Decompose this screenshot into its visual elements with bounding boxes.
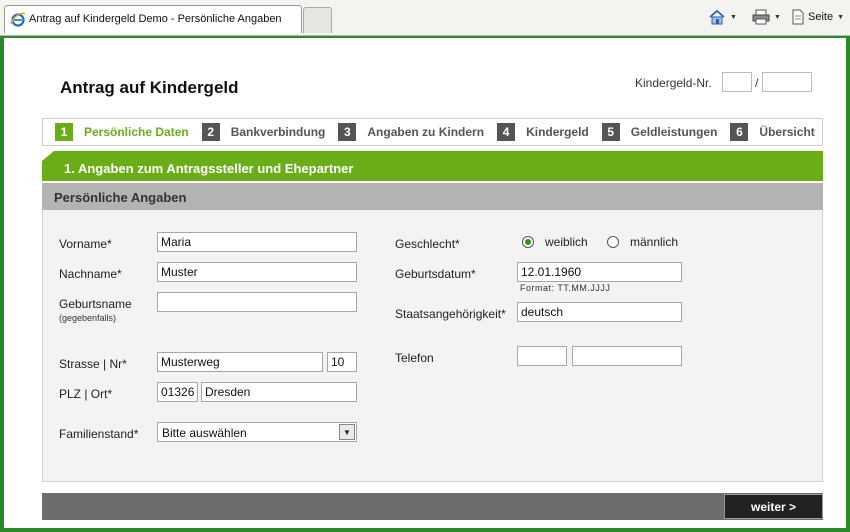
familienstand-selected-value: Bitte auswählen <box>162 426 247 440</box>
step-navigation: 1 Persönliche Daten 2 Bankverbindung 3 A… <box>42 118 823 146</box>
plz-ort-label: PLZ | Ort* <box>59 387 113 401</box>
telefon-nummer-input[interactable] <box>572 346 682 366</box>
geburtsname-input[interactable] <box>157 292 357 312</box>
geburtsdatum-label: Geburtsdatum* <box>395 267 476 281</box>
step-number: 6 <box>730 123 749 141</box>
staatsangehoerigkeit-label: Staatsangehörigkeit* <box>395 307 506 321</box>
step-label: Persönliche Daten <box>84 125 189 139</box>
home-button[interactable]: ▼ <box>708 8 737 26</box>
vorname-label: Vorname* <box>59 237 112 251</box>
geburtsdatum-input[interactable] <box>517 262 682 282</box>
step-label: Angaben zu Kindern <box>367 125 485 139</box>
vorname-input[interactable] <box>157 232 357 252</box>
nachname-input[interactable] <box>157 262 357 282</box>
step-persoenliche-daten[interactable]: 1 Persönliche Daten <box>55 123 189 141</box>
staatsangehoerigkeit-input[interactable] <box>517 302 682 322</box>
geburtsname-label: Geburtsname <box>59 297 132 311</box>
home-icon <box>709 9 725 25</box>
step-number: 5 <box>601 123 620 141</box>
printer-icon <box>752 9 770 25</box>
hausnummer-input[interactable] <box>327 352 357 372</box>
geburtsname-sublabel: (gegebenfalls) <box>59 313 117 323</box>
section-header: 1. Angaben zum Antragssteller und Ehepar… <box>42 151 823 181</box>
geburtsdatum-format-hint: Format: TT.MM.JJJJ <box>520 283 611 293</box>
step-angaben-zu-kindern[interactable]: 3 Angaben zu Kindern <box>338 123 484 141</box>
familienstand-label: Familienstand* <box>59 427 139 441</box>
kindergeld-nr-number-input[interactable] <box>762 72 812 92</box>
browser-tab[interactable]: Antrag auf Kindergeld Demo - Persönliche… <box>4 5 302 33</box>
section-title: 1. Angaben zum Antragssteller und Ehepar… <box>64 161 354 176</box>
internet-explorer-icon <box>10 12 26 27</box>
next-button[interactable]: weiter > <box>724 494 823 519</box>
step-number: 1 <box>55 123 73 141</box>
step-number: 3 <box>338 123 357 141</box>
strasse-input[interactable] <box>157 352 323 372</box>
page-content: Antrag auf Kindergeld Kindergeld-Nr. / 1… <box>4 38 846 528</box>
step-number: 4 <box>497 123 516 141</box>
kindergeld-nr-label: Kindergeld-Nr. <box>635 76 712 90</box>
familienstand-select[interactable]: Bitte auswählen ▼ <box>157 422 357 442</box>
page-menu-button[interactable]: Seite ▼ <box>791 8 844 26</box>
browser-toolbar: Antrag auf Kindergeld Demo - Persönliche… <box>0 0 850 36</box>
chevron-down-icon: ▼ <box>730 13 737 21</box>
ort-input[interactable] <box>201 382 357 402</box>
radio-maennlich-label: männlich <box>630 235 679 249</box>
geschlecht-label: Geschlecht* <box>395 237 460 251</box>
nachname-label: Nachname* <box>59 267 122 281</box>
chevron-down-icon: ▼ <box>837 13 845 21</box>
page-title: Antrag auf Kindergeld <box>60 78 239 97</box>
telefon-label: Telefon <box>395 351 434 365</box>
kindergeld-nr-prefix-input[interactable] <box>722 72 752 92</box>
step-label: Bankverbindung <box>230 125 326 139</box>
subsection-header: Persönliche Angaben <box>42 183 823 210</box>
step-label: Kindergeld <box>526 125 589 139</box>
plz-input[interactable] <box>157 382 198 402</box>
step-number: 2 <box>201 123 220 141</box>
radio-weiblich[interactable] <box>522 236 534 248</box>
strasse-label: Strasse | Nr* <box>59 357 127 371</box>
step-geldleistungen[interactable]: 5 Geldleistungen <box>601 123 718 141</box>
step-bankverbindung[interactable]: 2 Bankverbindung <box>201 123 326 141</box>
radio-maennlich[interactable] <box>607 236 619 248</box>
print-button[interactable]: ▼ <box>752 8 781 26</box>
radio-weiblich-label: weiblich <box>545 235 588 249</box>
personal-data-form: Vorname* Nachname* Geburtsname (gegebenf… <box>42 210 823 482</box>
new-tab-button[interactable] <box>303 7 332 33</box>
step-uebersicht[interactable]: 6 Übersicht <box>730 123 815 141</box>
chevron-down-icon: ▼ <box>774 13 781 21</box>
step-label: Geldleistungen <box>630 125 718 139</box>
step-label: Übersicht <box>759 125 815 139</box>
step-kindergeld[interactable]: 4 Kindergeld <box>497 123 589 141</box>
tab-title: Antrag auf Kindergeld Demo - Persönliche… <box>29 13 282 25</box>
page-icon <box>792 9 804 25</box>
chevron-down-icon[interactable]: ▼ <box>339 424 355 440</box>
page-menu-label: Seite <box>808 11 834 23</box>
telefon-vorwahl-input[interactable] <box>517 346 567 366</box>
kindergeld-nr-separator: / <box>755 76 759 90</box>
form-footer: weiter > <box>42 493 823 520</box>
subsection-title: Persönliche Angaben <box>54 190 187 205</box>
